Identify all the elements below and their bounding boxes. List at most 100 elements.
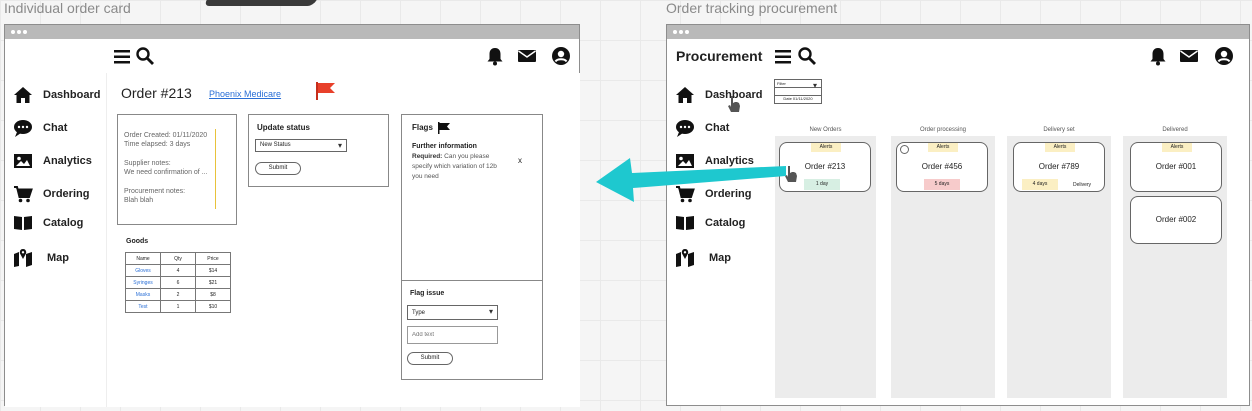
order-created: Order Created: 01/11/2020 [124, 132, 208, 139]
filter-widget: Filter Date 01/11/2020 [774, 79, 824, 105]
status-select[interactable]: New Status [255, 139, 347, 152]
filter-date[interactable]: Date 01/11/2020 [774, 96, 822, 104]
filter-select[interactable]: Filter [774, 79, 822, 90]
map-icon [676, 249, 694, 267]
order-card[interactable]: Alerts Order #001 [1130, 142, 1222, 192]
flags-title: Flags [412, 123, 433, 132]
table-cell: $14 [195, 264, 231, 277]
order-info-card: Order Created: 01/11/2020 Time elapsed: … [117, 114, 237, 225]
search-icon[interactable] [797, 46, 817, 71]
flag-required-label: Required: [412, 153, 443, 160]
flag-text-input[interactable] [407, 326, 498, 344]
flag-type-select[interactable]: Type [407, 305, 498, 320]
table-cell: $21 [195, 276, 231, 289]
alert-tag: Alerts [928, 143, 958, 152]
alert-tag: Alerts [811, 143, 841, 152]
order-card[interactable]: Order #002 [1130, 196, 1222, 244]
sidebar-item-label: Chat [43, 122, 68, 134]
page-title: Order #213 [121, 85, 192, 101]
time-elapsed: Time elapsed: 3 days [124, 141, 191, 148]
user-icon[interactable] [1214, 46, 1234, 71]
order-card-frame: Dashboard Chat Analytics Ordering Catalo… [4, 24, 580, 407]
order-card[interactable]: Alerts Order #213 1 day [779, 142, 871, 192]
goods-link[interactable]: Gloves [125, 264, 161, 277]
flags-panel: Flags Further information Required: Can … [401, 114, 543, 380]
table-cell: $10 [195, 300, 231, 313]
column-title: Delivery set [1043, 127, 1075, 133]
alert-tag: Alerts [1162, 143, 1192, 152]
filter-field[interactable] [774, 88, 822, 96]
age-tag: 5 days [924, 179, 960, 190]
sidebar-item-chat[interactable]: Chat [13, 118, 67, 138]
sidebar-item-label: Catalog [43, 217, 84, 229]
flag-icon[interactable] [315, 81, 337, 106]
sidebar-item-label: Map [47, 252, 69, 264]
home-icon [14, 87, 32, 103]
cart-icon [14, 186, 33, 203]
window-title-bar [5, 25, 579, 39]
column-title: Delivered [1162, 127, 1188, 133]
customer-link[interactable]: Phoenix Medicare [209, 89, 281, 99]
table-header-cell: Qty [160, 252, 196, 265]
order-label: Order #789 [1038, 162, 1080, 171]
notes-divider [215, 129, 216, 209]
menu-icon[interactable] [774, 47, 794, 72]
order-card[interactable]: Alerts Order #456 5 days [896, 142, 988, 192]
sidebar-item-chat[interactable]: Chat [675, 118, 729, 138]
canvas-label-left: Individual order card [4, 0, 131, 16]
goods-link[interactable]: Masks [125, 288, 161, 301]
column-title: New Orders [809, 127, 842, 133]
procurement-notes-label: Procurement notes: [124, 188, 186, 195]
mail-icon[interactable] [1179, 46, 1199, 71]
sidebar-item-dashboard[interactable]: Dashboard [675, 85, 762, 105]
table-cell: 2 [160, 288, 196, 301]
flag-submit-button[interactable]: Submit [407, 352, 453, 365]
mail-icon[interactable] [517, 46, 537, 71]
flags-divider [402, 280, 542, 281]
flag-outline-icon [437, 121, 451, 139]
canvas-label-right: Order tracking procurement [666, 0, 838, 16]
table-row: Syringes 6 $21 [125, 276, 231, 289]
flag-issue-title: Flag issue [410, 290, 445, 297]
select-radio[interactable] [900, 145, 909, 154]
goods-link[interactable]: Syringes [125, 276, 161, 289]
sidebar-item-label: Map [709, 252, 731, 264]
age-tag: 4 days [1022, 179, 1058, 190]
table-cell: 4 [160, 264, 196, 277]
sidebar-item-ordering[interactable]: Ordering [13, 184, 89, 204]
column-title: Order processing [919, 127, 967, 133]
supplier-notes-label: Supplier notes: [124, 160, 171, 167]
table-row: Test 1 $10 [125, 300, 231, 313]
submit-status-button[interactable]: Submit [255, 162, 301, 175]
sidebar-item-catalog[interactable]: Catalog [13, 213, 83, 233]
sidebar-item-dashboard[interactable]: Dashboard [13, 85, 100, 105]
app-title: Procurement [676, 48, 763, 64]
book-icon [14, 216, 32, 230]
hand-cursor-icon [727, 95, 741, 118]
sidebar-item-analytics[interactable]: Analytics [13, 151, 92, 171]
sidebar-item-map[interactable]: Map [675, 248, 731, 268]
goods-table: Name Qty Price Gloves 4 $14 Syringes 6 $… [125, 252, 231, 313]
table-cell: 1 [160, 300, 196, 313]
bell-icon[interactable] [1148, 46, 1168, 71]
sidebar-item-label: Catalog [705, 217, 746, 229]
user-icon[interactable] [551, 46, 571, 71]
goods-link[interactable]: Test [125, 300, 161, 313]
flag-close-button[interactable]: x [518, 156, 522, 165]
bell-icon[interactable] [485, 46, 505, 71]
sidebar-item-label: Dashboard [43, 89, 101, 101]
update-status-card: Update status New Status Submit [248, 114, 389, 187]
table-header-cell: Name [125, 252, 161, 265]
order-label: Order #001 [1155, 162, 1197, 171]
search-icon[interactable] [135, 46, 155, 71]
update-status-title: Update status [257, 123, 310, 132]
table-header-cell: Price [195, 252, 231, 265]
delivery-tag: Delivery [1072, 182, 1092, 188]
sidebar-item-map[interactable]: Map [13, 248, 69, 268]
sidebar-item-catalog[interactable]: Catalog [675, 213, 745, 233]
procurement-notes: Blah blah [124, 197, 154, 204]
order-card[interactable]: Alerts Order #789 4 days Delivery [1013, 142, 1105, 192]
supplier-notes: We need confirmation of ... [124, 169, 208, 176]
flag-body: Required: Can you please specify which v… [412, 152, 502, 182]
menu-icon[interactable] [113, 47, 133, 72]
